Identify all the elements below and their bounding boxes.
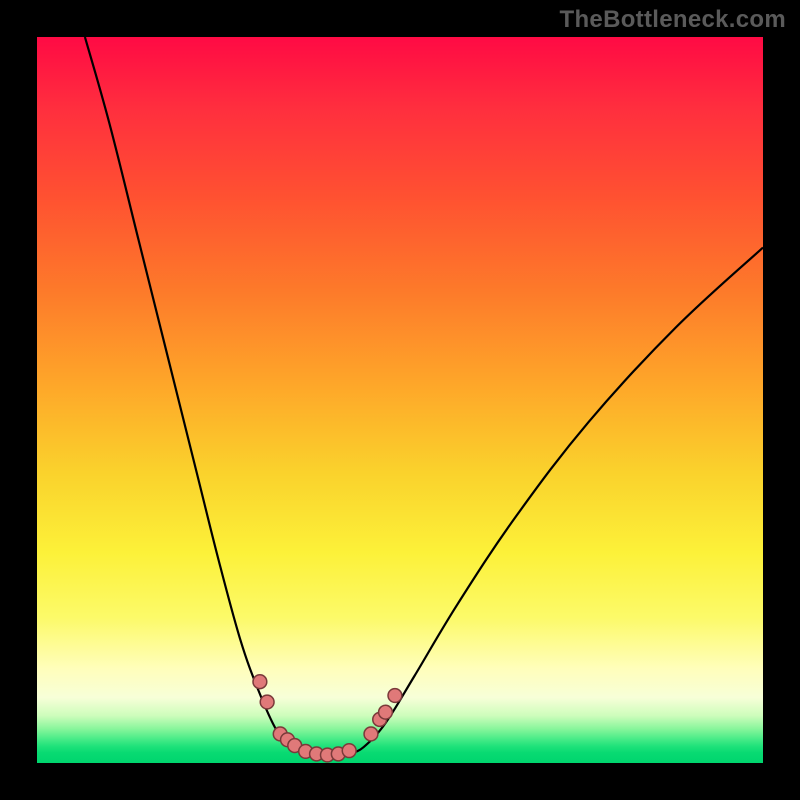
- marker-group: [253, 675, 402, 762]
- plot-area: [37, 37, 763, 763]
- data-marker: [342, 744, 356, 758]
- data-marker: [364, 727, 378, 741]
- data-marker: [253, 675, 267, 689]
- data-marker: [379, 705, 393, 719]
- bottleneck-curve: [85, 37, 763, 756]
- chart-frame: TheBottleneck.com: [0, 0, 800, 800]
- chart-svg: [37, 37, 763, 763]
- data-marker: [260, 695, 274, 709]
- data-marker: [388, 689, 402, 703]
- watermark-text: TheBottleneck.com: [560, 6, 786, 34]
